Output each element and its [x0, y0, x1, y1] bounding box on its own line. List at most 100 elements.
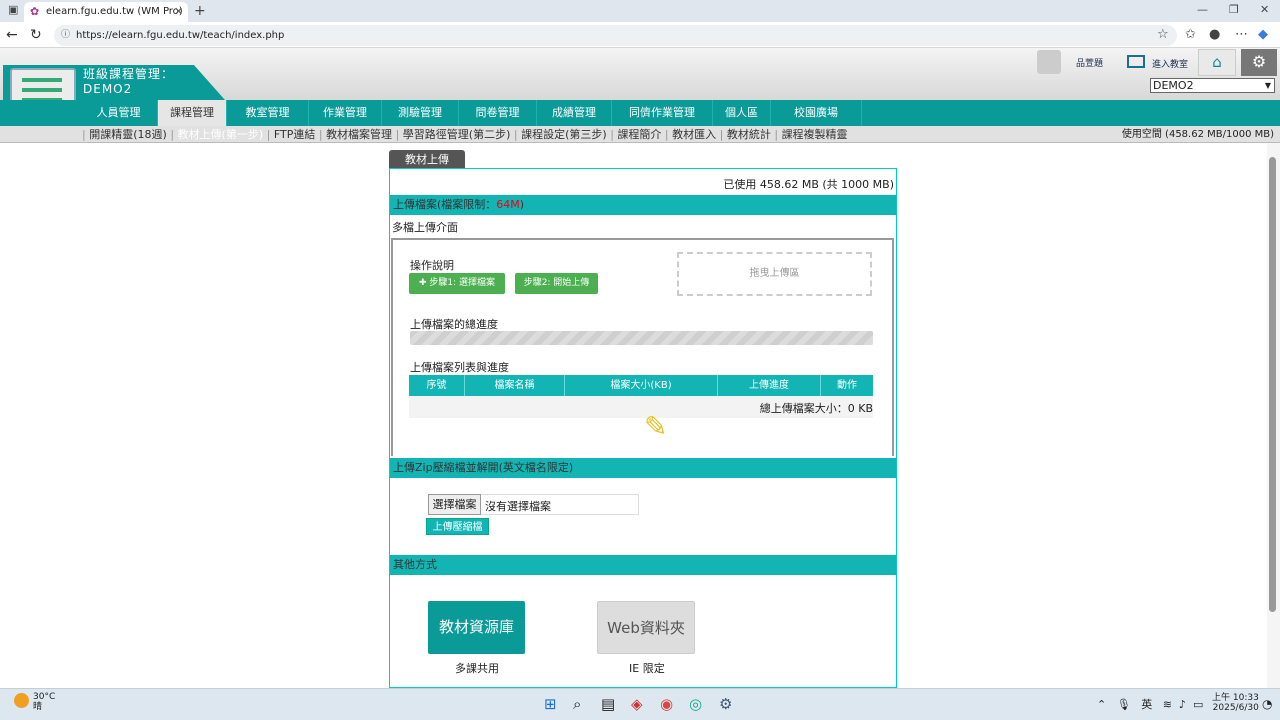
pencil-cursor-icon: ✎: [644, 410, 668, 443]
task-view-icon[interactable]: ▤: [601, 696, 615, 713]
weather-widget[interactable]: 30°C 晴: [33, 692, 55, 712]
sub-menu-item[interactable]: 教材檔案管理: [326, 128, 392, 141]
sub-menu-item[interactable]: 開課精靈(18週): [89, 128, 167, 141]
other-section-header: 其他方式: [390, 555, 896, 575]
gear-icon[interactable]: ⚙: [1241, 49, 1277, 76]
sub-menu: | 開課精靈(18週) | 教材上傳(第一步) | FTP連結 | 教材檔案管理…: [0, 126, 1280, 143]
column-header: 檔案名稱: [465, 375, 565, 396]
plus-icon: ✚: [418, 278, 430, 288]
sub-menu-items: | 開課精靈(18週) | 教材上傳(第一步) | FTP連結 | 教材檔案管理…: [82, 128, 848, 141]
tab-actions-icon[interactable]: ▣: [8, 3, 18, 16]
sub-menu-item[interactable]: FTP連結: [274, 128, 316, 141]
refresh-icon[interactable]: ↻: [30, 26, 42, 44]
menu-campus[interactable]: 校園廣場: [771, 100, 862, 126]
edge-icon[interactable]: ◎: [689, 696, 702, 713]
site-info-icon[interactable]: ⓘ: [61, 25, 70, 46]
menu-assignment[interactable]: 作業管理: [309, 100, 382, 126]
start-icon[interactable]: ⊞: [544, 696, 557, 713]
chevron-down-icon: ▼: [1264, 81, 1271, 90]
time: 上午 10:33: [1212, 693, 1259, 703]
material-repository-button[interactable]: 教材資源庫: [428, 601, 525, 654]
file-list-label: 上傳檔案列表與進度: [410, 361, 509, 374]
user-name[interactable]: 品萱題: [1076, 56, 1103, 69]
course-title: 班級課程管理：: [83, 67, 175, 81]
upload-limit: 64M: [496, 198, 520, 211]
avatar[interactable]: [1037, 50, 1061, 74]
menu-classroom[interactable]: 教室管理: [227, 100, 309, 126]
microphone-icon[interactable]: 🎙: [1117, 698, 1131, 711]
upload-zip-button[interactable]: 上傳壓縮檔: [426, 518, 489, 535]
total-size: 總上傳檔案大小：0 KB: [759, 402, 873, 415]
notification-icon[interactable]: ◔: [1262, 697, 1272, 711]
enter-classroom-icon[interactable]: [1127, 55, 1145, 68]
web-folder-caption: IE 限定: [629, 662, 665, 675]
browser-tab-strip: [0, 0, 1280, 22]
copilot-icon[interactable]: ◆: [1258, 27, 1268, 43]
enter-classroom-link[interactable]: 進入教室: [1152, 57, 1188, 70]
weather-text: 晴: [33, 702, 43, 712]
no-file-text: 沒有選擇檔案: [485, 500, 551, 513]
copilot-icon[interactable]: ◈: [631, 696, 643, 713]
volume-icon[interactable]: ♪: [1179, 698, 1186, 711]
back-icon[interactable]: ←: [6, 26, 18, 44]
course-code: DEMO2: [83, 82, 133, 96]
close-tab-icon[interactable]: ✕: [174, 2, 183, 22]
menu-peer-assignment[interactable]: 同儕作業管理: [612, 100, 713, 126]
column-header: 上傳進度: [718, 375, 821, 396]
choose-file-button[interactable]: 選擇檔案: [428, 494, 481, 515]
sub-menu-item[interactable]: 課程簡介: [617, 128, 661, 141]
instructions-label: 操作說明: [410, 259, 454, 272]
scrollbar-thumb[interactable]: [1269, 157, 1276, 612]
tab-title: elearn.fgu.edu.tw (WM Pro): [46, 6, 183, 17]
menu-grades[interactable]: 成績管理: [537, 100, 612, 126]
new-tab-icon[interactable]: +: [194, 2, 206, 20]
page-tab[interactable]: 教材上傳: [389, 150, 465, 169]
wifi-icon[interactable]: ≋: [1163, 698, 1172, 711]
weather-icon[interactable]: [14, 693, 29, 708]
ime-indicator[interactable]: 英: [1141, 698, 1152, 711]
upload-section-header: 上傳檔案(檔案限制：64M): [390, 195, 896, 215]
select-files-button[interactable]: ✚ 步驟1: 選擇檔案: [409, 273, 505, 294]
menu-course[interactable]: 課程管理: [158, 100, 227, 126]
restore-icon[interactable]: ❐: [1229, 3, 1239, 16]
sub-menu-item[interactable]: 教材統計: [727, 128, 771, 141]
search-icon[interactable]: ⌕: [573, 696, 581, 713]
date: 2025/6/30: [1212, 703, 1259, 713]
chrome-icon[interactable]: ◉: [660, 696, 673, 713]
total-progress-label: 上傳檔案的總進度: [410, 318, 498, 331]
home-icon[interactable]: ⌂: [1198, 49, 1236, 76]
web-folder-button[interactable]: Web資料夾: [597, 601, 695, 654]
menu-exam[interactable]: 測驗管理: [382, 100, 459, 126]
menu-people[interactable]: 人員管理: [80, 100, 158, 126]
course-label: 班級課程管理： DEMO2: [83, 67, 174, 97]
favicon-icon: ✿: [30, 5, 40, 18]
more-icon[interactable]: ⋯: [1235, 27, 1248, 43]
browser-tab[interactable]: ✿ elearn.fgu.edu.tw (WM Pro) ✕: [24, 2, 188, 22]
column-header: 檔案大小(KB): [565, 375, 718, 396]
battery-icon[interactable]: ▭: [1193, 698, 1203, 711]
drop-zone[interactable]: 拖曳上傳區: [677, 252, 872, 296]
minimize-icon[interactable]: —: [1197, 3, 1208, 16]
start-upload-button[interactable]: 步驟2: 開始上傳: [515, 273, 598, 294]
url-text: https://elearn.fgu.edu.tw/teach/index.ph…: [76, 30, 285, 41]
column-header: 序號: [409, 375, 465, 396]
address-bar[interactable]: ⓘ https://elearn.fgu.edu.tw/teach/index.…: [54, 25, 1177, 46]
close-window-icon[interactable]: ✕: [1260, 3, 1269, 16]
favorite-star-icon[interactable]: ☆: [1157, 27, 1169, 43]
menu-survey[interactable]: 問卷管理: [459, 100, 537, 126]
multi-upload-title: 多檔上傳介面: [392, 221, 458, 234]
clock[interactable]: 上午 10:33 2025/6/30: [1212, 693, 1259, 713]
sub-menu-item[interactable]: 學習路徑管理(第二步): [403, 128, 511, 141]
sub-menu-item[interactable]: 教材匯入: [672, 128, 716, 141]
used-space: 已使用 458.62 MB (共 1000 MB): [723, 178, 894, 191]
profile-icon[interactable]: ●: [1209, 27, 1220, 43]
chevron-up-icon[interactable]: ⌃: [1097, 698, 1106, 711]
settings-icon[interactable]: ⚙: [719, 696, 732, 713]
course-select[interactable]: DEMO2 ▼: [1150, 78, 1275, 93]
repository-caption: 多課共用: [455, 662, 499, 675]
sub-menu-item[interactable]: 課程設定(第三步): [521, 128, 607, 141]
sub-menu-item[interactable]: 課程複製精靈: [782, 128, 848, 141]
menu-personal[interactable]: 個人區: [713, 100, 771, 126]
sub-menu-item-active[interactable]: 教材上傳(第一步): [178, 128, 264, 141]
favorites-icon[interactable]: ✩: [1185, 27, 1196, 43]
